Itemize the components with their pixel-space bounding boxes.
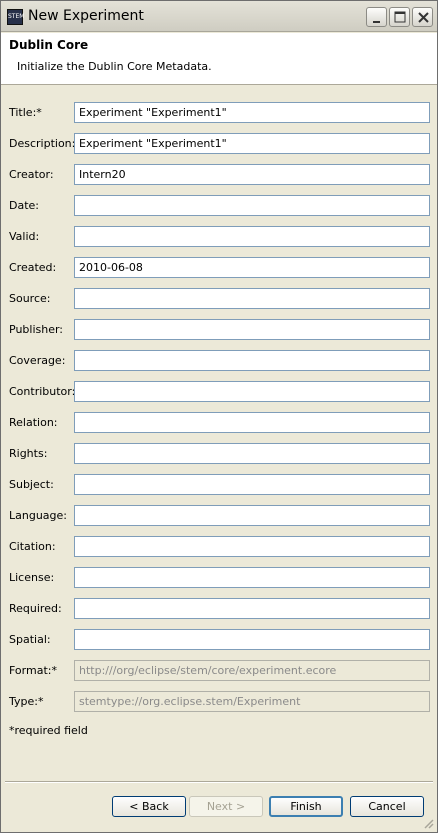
stem-app-icon: STEM xyxy=(7,9,24,25)
form-row: Type:* xyxy=(1,691,437,713)
form-row: Publisher: xyxy=(1,319,437,341)
form-row: Contributor: xyxy=(1,381,437,403)
creator-field[interactable] xyxy=(74,164,430,185)
form-row: Creator: xyxy=(1,164,437,186)
field-label: License: xyxy=(9,571,55,584)
maximize-icon xyxy=(394,11,406,23)
minimize-button[interactable] xyxy=(366,7,387,27)
field-label: Rights: xyxy=(9,447,48,460)
next-button[interactable]: Next > xyxy=(189,796,263,817)
field-label: Contributor: xyxy=(9,385,76,398)
field-label: Valid: xyxy=(9,230,40,243)
field-label: Spatial: xyxy=(9,633,51,646)
field-label: Title:* xyxy=(9,106,42,119)
created-field[interactable] xyxy=(74,257,430,278)
field-label: Publisher: xyxy=(9,323,64,336)
page-title: Dublin Core xyxy=(9,38,89,52)
maximize-button[interactable] xyxy=(389,7,410,27)
field-label: Format:* xyxy=(9,664,57,677)
field-label: Creator: xyxy=(9,168,54,181)
coverage-field[interactable] xyxy=(74,350,430,371)
minimize-icon xyxy=(373,21,380,23)
form-row: Valid: xyxy=(1,226,437,248)
window-title: New Experiment xyxy=(28,8,144,24)
wizard-header: Dublin Core Initialize the Dublin Core M… xyxy=(1,33,437,85)
subject-field[interactable] xyxy=(74,474,430,495)
form-row: Rights: xyxy=(1,443,437,465)
contributor-field[interactable] xyxy=(74,381,430,402)
field-label: Relation: xyxy=(9,416,58,429)
field-label: Coverage: xyxy=(9,354,66,367)
field-label: Language: xyxy=(9,509,67,522)
finish-button[interactable]: Finish xyxy=(269,796,343,817)
spatial-field[interactable] xyxy=(74,629,430,650)
form-row: Date: xyxy=(1,195,437,217)
field-label: Description: xyxy=(9,137,76,150)
form-row: Format:* xyxy=(1,660,437,682)
form-row: Description: xyxy=(1,133,437,155)
field-label: Date: xyxy=(9,199,39,212)
form-row: Relation: xyxy=(1,412,437,434)
cancel-button[interactable]: Cancel xyxy=(350,796,424,817)
form-row: Citation: xyxy=(1,536,437,558)
form-row: Subject: xyxy=(1,474,437,496)
rights-field[interactable] xyxy=(74,443,430,464)
form-row: Source: xyxy=(1,288,437,310)
field-label: Required: xyxy=(9,602,62,615)
close-icon xyxy=(418,12,429,23)
description-field[interactable] xyxy=(74,133,430,154)
citation-field[interactable] xyxy=(74,536,430,557)
form-row: License: xyxy=(1,567,437,589)
format-field xyxy=(74,660,430,681)
relation-field[interactable] xyxy=(74,412,430,433)
form-row: Created: xyxy=(1,257,437,279)
field-label: Source: xyxy=(9,292,51,305)
close-button[interactable] xyxy=(412,7,433,27)
type-field xyxy=(74,691,430,712)
title-bar[interactable]: STEM New Experiment xyxy=(1,1,437,32)
form-row: Coverage: xyxy=(1,350,437,372)
form-row: Spatial: xyxy=(1,629,437,651)
back-button[interactable]: < Back xyxy=(112,796,186,817)
valid-field[interactable] xyxy=(74,226,430,247)
field-label: Created: xyxy=(9,261,57,274)
required-field-note: *required field xyxy=(9,724,88,737)
required-field[interactable] xyxy=(74,598,430,619)
field-label: Type:* xyxy=(9,695,44,708)
form-row: Title:* xyxy=(1,102,437,124)
field-label: Citation: xyxy=(9,540,56,553)
title-field[interactable] xyxy=(74,102,430,123)
resize-grip-icon[interactable] xyxy=(422,817,434,829)
form-row: Language: xyxy=(1,505,437,527)
page-description: Initialize the Dublin Core Metadata. xyxy=(17,60,212,73)
license-field[interactable] xyxy=(74,567,430,588)
button-bar-separator xyxy=(5,781,433,783)
date-field[interactable] xyxy=(74,195,430,216)
form-row: Required: xyxy=(1,598,437,620)
language-field[interactable] xyxy=(74,505,430,526)
source-field[interactable] xyxy=(74,288,430,309)
field-label: Subject: xyxy=(9,478,54,491)
publisher-field[interactable] xyxy=(74,319,430,340)
new-experiment-dialog: STEM New Experiment Dublin Core Initiali… xyxy=(0,0,438,833)
